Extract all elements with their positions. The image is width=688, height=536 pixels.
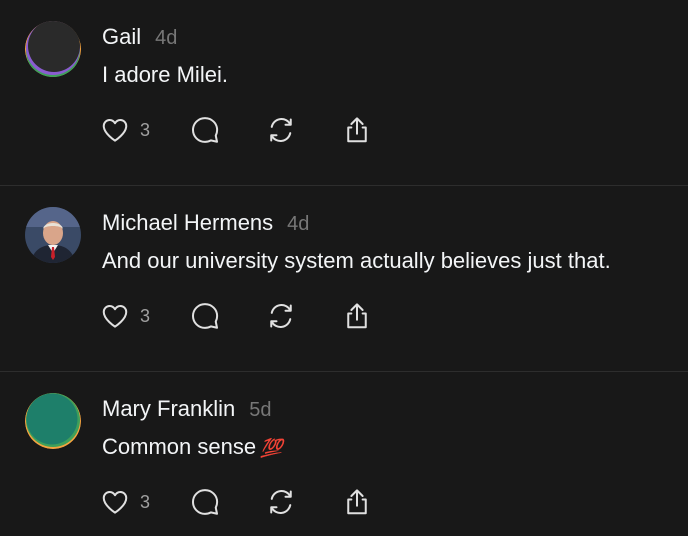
reply-button[interactable] [190, 301, 266, 331]
avatar[interactable] [25, 393, 81, 449]
action-bar: 3 [100, 486, 372, 518]
author-name[interactable]: Mary Franklin [102, 396, 235, 422]
heart-icon [102, 119, 128, 142]
share-icon [347, 303, 367, 329]
like-button[interactable]: 3 [100, 115, 190, 145]
like-count: 3 [140, 119, 151, 140]
post-item: Gail 4d I adore Milei. 3 [0, 0, 688, 186]
like-count: 3 [140, 305, 151, 326]
like-button[interactable]: 3 [100, 301, 190, 331]
post-text-content: And our university system actually belie… [102, 248, 611, 273]
post-text: And our university system actually belie… [102, 248, 611, 274]
reply-button[interactable] [190, 487, 266, 517]
action-bar: 3 [100, 114, 372, 146]
post-header: Gail 4d [102, 24, 177, 54]
action-bar: 3 [100, 300, 372, 332]
avatar-image [25, 21, 81, 77]
comment-icon [192, 117, 219, 143]
post-header: Michael Hermens 4d [102, 210, 309, 240]
repost-button[interactable] [266, 301, 342, 331]
repost-icon [270, 490, 292, 514]
repost-button[interactable] [266, 115, 342, 145]
reply-button[interactable] [190, 115, 266, 145]
avatar[interactable] [25, 21, 81, 77]
author-name[interactable]: Gail [102, 24, 141, 50]
reply-feed: Gail 4d I adore Milei. 3 Michael Hermens… [0, 0, 688, 536]
heart-icon [102, 305, 128, 328]
hundred-points-emoji: 💯 [260, 438, 282, 458]
timestamp[interactable]: 4d [287, 213, 309, 236]
avatar-image [25, 207, 81, 263]
share-button[interactable] [342, 115, 372, 145]
comment-icon [192, 303, 219, 329]
post-text: Common sense 💯 [102, 434, 283, 460]
post-item: Michael Hermens 4d And our university sy… [0, 186, 688, 372]
heart-icon [102, 491, 128, 514]
avatar[interactable] [25, 207, 81, 263]
share-button[interactable] [342, 487, 372, 517]
repost-icon [270, 304, 292, 328]
like-count: 3 [140, 491, 151, 512]
share-icon [347, 117, 367, 143]
like-button[interactable]: 3 [100, 487, 190, 517]
timestamp[interactable]: 5d [249, 399, 271, 422]
share-button[interactable] [342, 301, 372, 331]
avatar-image [25, 393, 81, 449]
comment-icon [192, 489, 219, 515]
repost-button[interactable] [266, 487, 342, 517]
timestamp[interactable]: 4d [155, 27, 177, 50]
author-name[interactable]: Michael Hermens [102, 210, 273, 236]
post-text-content: Common sense [102, 434, 257, 459]
post-header: Mary Franklin 5d [102, 396, 272, 426]
share-icon [347, 489, 367, 515]
repost-icon [270, 118, 292, 142]
post-text-content: I adore Milei. [102, 62, 228, 87]
post-item: Mary Franklin 5d Common sense 💯 3 [0, 372, 688, 536]
post-text: I adore Milei. [102, 62, 228, 88]
